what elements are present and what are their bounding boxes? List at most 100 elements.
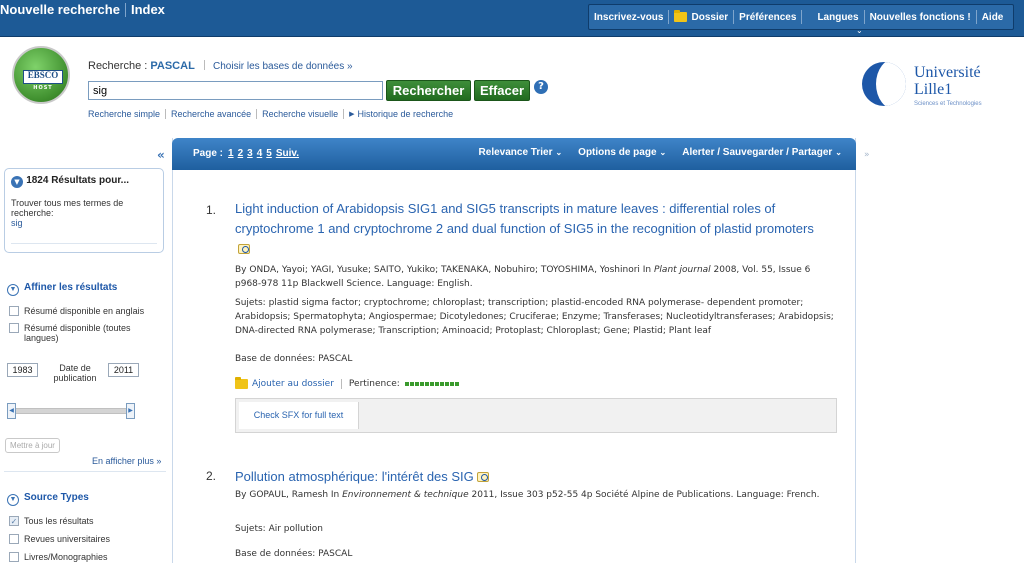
search-label-prefix: Recherche : bbox=[88, 60, 148, 72]
chevron-down-icon: ▼ bbox=[7, 284, 19, 296]
preview-magnifier-icon[interactable] bbox=[476, 472, 489, 482]
refine-results-header[interactable]: ▼ Affiner les résultats bbox=[7, 282, 117, 296]
refine-option-label: Résumé disponible (toutes langues) bbox=[24, 323, 131, 343]
checkbox[interactable] bbox=[9, 306, 19, 316]
preview-magnifier-icon[interactable] bbox=[238, 244, 250, 254]
search-database: PASCAL bbox=[150, 60, 195, 72]
byline-authors: By GOPAUL, Ramesh In bbox=[235, 490, 343, 500]
index-link[interactable]: Index bbox=[131, 2, 165, 17]
page-1-link[interactable]: 1 bbox=[228, 148, 234, 159]
expand-right-column-icon[interactable]: » bbox=[864, 150, 870, 160]
refine-option-english-abstract[interactable]: Résumé disponible en anglais bbox=[9, 306, 144, 316]
source-option-all[interactable]: ✓ Tous les résultats bbox=[9, 516, 94, 526]
help-icon[interactable]: ? bbox=[534, 80, 548, 94]
source-option-label: Livres/Monographies bbox=[24, 552, 108, 562]
collapse-sidebar-icon[interactable]: « bbox=[157, 148, 165, 162]
new-features-link[interactable]: Nouvelles fonctions ! bbox=[865, 12, 976, 23]
next-page-link[interactable]: Suiv. bbox=[276, 148, 299, 159]
chevron-down-icon: ⌄ bbox=[555, 148, 563, 157]
page-4-link[interactable]: 4 bbox=[257, 148, 263, 159]
result-subjects: Sujets: Air pollution bbox=[235, 524, 323, 534]
checkbox[interactable] bbox=[9, 323, 19, 333]
logo-text-top: EBSCO bbox=[27, 70, 59, 80]
results-toolbar: Page : 1 2 3 4 5 Suiv. Relevance Trier ⌄ … bbox=[172, 138, 856, 170]
university-line3: Sciences et Technologies bbox=[914, 101, 982, 107]
chevron-down-icon[interactable]: ⌄ bbox=[856, 26, 863, 35]
preferences-link[interactable]: Préférences bbox=[734, 12, 801, 23]
languages-menu[interactable]: Langues bbox=[812, 12, 863, 23]
folder-link[interactable]: Dossier bbox=[669, 10, 733, 23]
result-number: 1. bbox=[206, 203, 217, 217]
search-history-link[interactable]: Historique de recherche bbox=[358, 109, 454, 119]
sidebar: « ▼ 1824 Résultats pour... Trouver tous … bbox=[0, 138, 172, 563]
show-more-link[interactable]: En afficher plus » bbox=[92, 456, 161, 466]
result-subjects: Sujets: plastid sigma factor; cryptochro… bbox=[235, 298, 834, 336]
result-database: Base de données: PASCAL bbox=[235, 354, 353, 364]
divider bbox=[801, 10, 803, 24]
chevron-down-icon: ⌄ bbox=[835, 148, 842, 157]
result-title-link[interactable]: Pollution atmosphérique: l'intérêt des S… bbox=[235, 467, 825, 487]
date-slider-left-handle[interactable]: ◀ bbox=[7, 403, 16, 419]
sort-menu[interactable]: Relevance Trier ⌄ bbox=[479, 147, 563, 158]
source-types-label: Source Types bbox=[24, 492, 89, 503]
result-actions: Ajouter au dossier Pertinence: bbox=[235, 377, 459, 389]
update-button[interactable]: Mettre à jour bbox=[5, 438, 60, 453]
results-options: Relevance Trier ⌄ Options de page ⌄ Alerte… bbox=[479, 147, 842, 158]
university-logo: Université Lille1 Sciences et Technologi… bbox=[862, 62, 1002, 112]
folder-icon bbox=[674, 10, 688, 22]
search-button[interactable]: Rechercher bbox=[386, 80, 471, 101]
source-option-label: Revues universitaires bbox=[24, 534, 111, 544]
results-summary-box: ▼ 1824 Résultats pour... Trouver tous me… bbox=[4, 168, 164, 253]
page-3-link[interactable]: 3 bbox=[247, 148, 253, 159]
alert-save-share-menu[interactable]: Alerter / Sauvegarder / Partager ⌄ bbox=[682, 147, 842, 158]
triangle-right-icon: ▶ bbox=[349, 111, 355, 118]
result-byline: By ONDA, Yayoi; YAGI, Yusuke; SAITO, Yuk… bbox=[235, 263, 835, 291]
globe-icon bbox=[862, 62, 906, 106]
date-from-field[interactable]: 1983 bbox=[7, 363, 38, 377]
result-title: Pollution atmosphérique: l'intérêt des S… bbox=[235, 469, 474, 484]
page-5-link[interactable]: 5 bbox=[266, 148, 272, 159]
chevron-down-icon: ⌄ bbox=[659, 148, 667, 157]
page-options-menu[interactable]: Options de page ⌄ bbox=[578, 147, 666, 158]
divider bbox=[165, 109, 167, 119]
byline-authors: By ONDA, Yayoi; YAGI, Yusuke; SAITO, Yuk… bbox=[235, 265, 654, 275]
clear-button[interactable]: Effacer bbox=[474, 80, 530, 101]
page-label: Page : bbox=[193, 148, 224, 159]
publication-date-label: Date de publication bbox=[53, 363, 97, 383]
find-all-terms-label: Trouver tous mes termes de recherche: bbox=[11, 198, 124, 218]
signin-link[interactable]: Inscrivez-vous bbox=[589, 12, 668, 23]
result-number: 2. bbox=[206, 469, 217, 483]
pagination: Page : 1 2 3 4 5 Suiv. bbox=[193, 148, 299, 159]
search-label: Recherche : PASCAL bbox=[88, 60, 195, 72]
checkbox[interactable] bbox=[9, 552, 19, 562]
add-to-folder-link[interactable]: Ajouter au dossier bbox=[252, 379, 334, 389]
basic-search-link[interactable]: Recherche simple bbox=[88, 109, 160, 119]
checkbox-checked[interactable]: ✓ bbox=[9, 516, 19, 526]
top-nav: Inscrivez-vous Dossier Préférences Langu… bbox=[588, 4, 1014, 30]
date-slider-track[interactable] bbox=[8, 408, 132, 414]
chevron-down-icon: ▼ bbox=[7, 494, 19, 506]
top-bar-left: Nouvelle recherche Index bbox=[0, 2, 165, 17]
source-option-journals[interactable]: Revues universitaires bbox=[9, 534, 110, 544]
refine-option-any-abstract[interactable]: Résumé disponible (toutes langues) bbox=[9, 323, 134, 343]
checkbox[interactable] bbox=[9, 534, 19, 544]
result-item: 2. Pollution atmosphérique: l'intérêt de… bbox=[206, 467, 842, 563]
page-2-link[interactable]: 2 bbox=[238, 148, 244, 159]
advanced-search-link[interactable]: Recherche avancée bbox=[171, 109, 251, 119]
date-slider-right-handle[interactable]: ▶ bbox=[126, 403, 135, 419]
result-title-link[interactable]: Light induction of Arabidopsis SIG1 and … bbox=[235, 199, 825, 259]
date-to-field[interactable]: 2011 bbox=[108, 363, 139, 377]
check-sfx-link[interactable]: Check SFX for full text bbox=[239, 402, 359, 429]
relevance-bar bbox=[404, 382, 459, 386]
source-option-books[interactable]: Livres/Monographies bbox=[9, 552, 108, 562]
ebsco-host-logo[interactable]: EBSCO HOST bbox=[12, 46, 70, 104]
result-byline: By GOPAUL, Ramesh In Environnement & tec… bbox=[235, 488, 835, 502]
chevron-down-icon[interactable]: ▼ bbox=[11, 176, 23, 188]
choose-databases-link[interactable]: Choisir les bases de données » bbox=[204, 60, 353, 72]
search-input[interactable] bbox=[88, 81, 383, 100]
source-types-header[interactable]: ▼ Source Types bbox=[7, 492, 89, 506]
visual-search-link[interactable]: Recherche visuelle bbox=[262, 109, 338, 119]
new-search-link[interactable]: Nouvelle recherche bbox=[0, 2, 120, 17]
logo-text-bottom: HOST bbox=[33, 85, 53, 91]
help-link[interactable]: Aide bbox=[977, 12, 1009, 23]
